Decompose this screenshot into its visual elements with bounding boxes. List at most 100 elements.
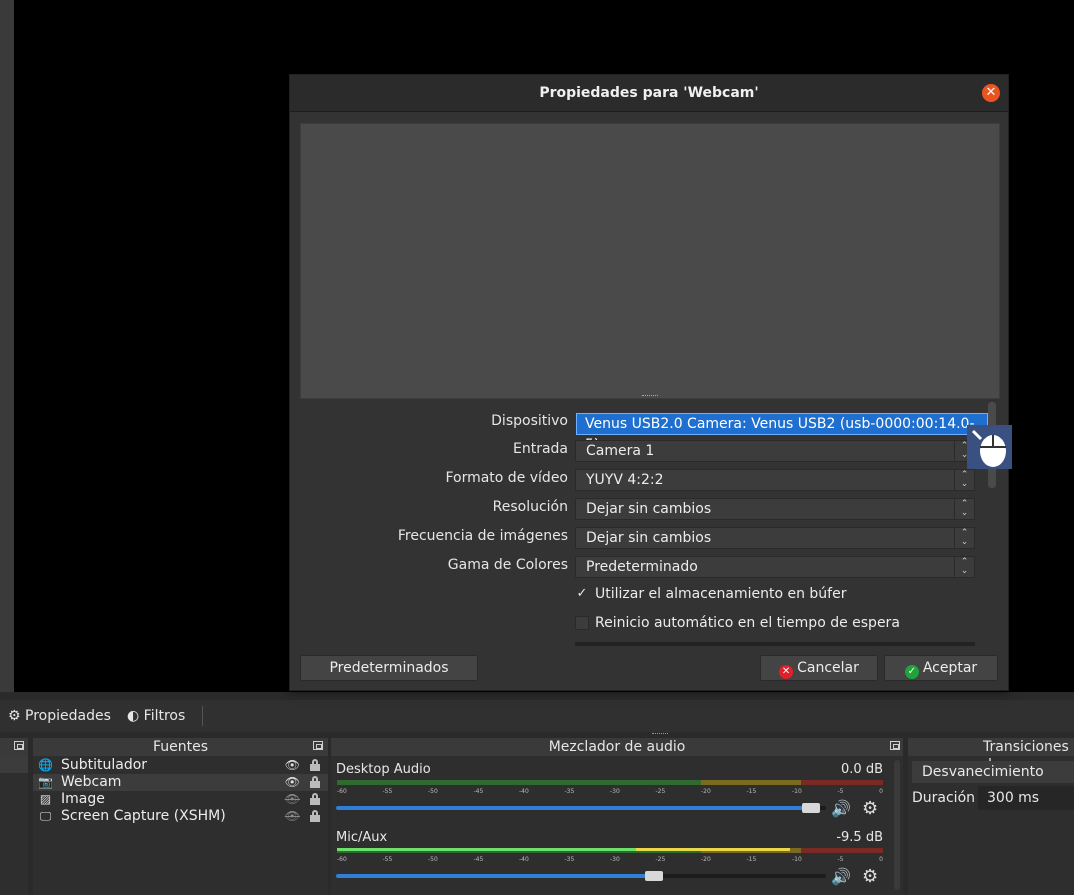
- mixer-title: Mezclador de audio: [548, 739, 686, 755]
- toolbar-divider: [202, 706, 203, 726]
- camera-icon: 📷: [38, 775, 53, 789]
- transition-select[interactable]: Desvanecimiento: [912, 761, 1074, 783]
- framerate-select[interactable]: Dejar sin cambios ⌃ ⌄: [575, 527, 975, 549]
- splitter-handle[interactable]: [642, 395, 658, 399]
- meter-green-segment: [337, 780, 701, 785]
- eye-icon[interactable]: 👁: [285, 774, 300, 791]
- left-strip: [0, 0, 14, 692]
- gear-icon[interactable]: ⚙: [862, 866, 878, 887]
- eye-icon[interactable]: 👁: [285, 757, 300, 774]
- meter-tick-label: -50: [428, 788, 438, 795]
- dock-splitter-handle[interactable]: [652, 733, 668, 736]
- volume-fill: [336, 806, 816, 810]
- float-icon[interactable]: [14, 741, 24, 750]
- source-label: Screen Capture (XSHM): [61, 808, 226, 824]
- accept-label: Aceptar: [922, 660, 978, 676]
- source-label: Webcam: [61, 774, 122, 790]
- close-icon[interactable]: ✕: [982, 84, 1000, 102]
- cancel-label: Cancelar: [797, 660, 859, 676]
- device-select[interactable]: Venus USB2.0 Camera: Venus USB2 (usb-000…: [576, 413, 988, 453]
- scene-row[interactable]: [0, 756, 28, 773]
- video-format-select[interactable]: YUYV 4:2:2 ⌃ ⌄: [575, 469, 975, 491]
- buffering-label: Utilizar el almacenamiento en búfer: [595, 586, 847, 602]
- source-item-image[interactable]: ▨ Image 👁: [33, 791, 328, 808]
- dialog-title: Propiedades para 'Webcam': [290, 75, 1008, 112]
- meter-tick-label: 0: [879, 856, 883, 863]
- volume-handle[interactable]: [645, 871, 663, 881]
- scenes-dock: [0, 738, 28, 895]
- gear-icon[interactable]: ⚙: [862, 798, 878, 819]
- meter-tick-label: -15: [746, 788, 757, 795]
- defaults-button[interactable]: Predeterminados: [300, 655, 478, 681]
- speaker-icon[interactable]: 🔊: [831, 799, 851, 818]
- filters-label: Filtros: [143, 708, 186, 724]
- meter-tick-label: -30: [610, 856, 620, 863]
- source-item-webcam[interactable]: 📷 Webcam 👁: [33, 774, 328, 791]
- lock-icon[interactable]: [310, 810, 320, 822]
- input-value: Camera 1: [586, 443, 655, 459]
- mouse-click-overlay: [967, 425, 1012, 469]
- meter-tick-label: -45: [473, 856, 484, 863]
- meter-tick-label: -20: [701, 788, 711, 795]
- resolution-label: Resolución: [492, 499, 568, 515]
- chevron-updown-icon: ⌃ ⌄: [954, 499, 974, 519]
- gear-icon: ⚙: [8, 708, 21, 724]
- chevron-updown-icon: ⌃ ⌄: [954, 528, 974, 548]
- video-format-value: YUYV 4:2:2: [586, 472, 664, 488]
- image-icon: ▨: [39, 792, 52, 806]
- input-label: Entrada: [512, 441, 568, 457]
- meter-tick-label: -60: [337, 856, 347, 863]
- video-format-label: Formato de vídeo: [445, 470, 568, 486]
- lock-icon[interactable]: [310, 759, 320, 771]
- source-item-screen-capture[interactable]: 🖵 Screen Capture (XSHM) 👁: [33, 808, 328, 825]
- color-range-select[interactable]: Predeterminado ⌃ ⌄: [575, 556, 975, 578]
- cutoff-mask: [300, 646, 998, 652]
- volume-handle[interactable]: [802, 803, 820, 813]
- source-label: Image: [61, 791, 105, 807]
- meter-tick-label: -55: [382, 856, 393, 863]
- mixer-dock-header: Mezclador de audio: [331, 738, 903, 756]
- meter-red-segment: [801, 848, 883, 853]
- properties-button[interactable]: ⚙ Propiedades: [8, 708, 111, 724]
- lock-icon[interactable]: [310, 776, 320, 788]
- meter-tick-label: -5: [837, 788, 844, 795]
- filters-button[interactable]: ◐ Filtros: [127, 708, 185, 724]
- filters-icon: ◐: [127, 708, 140, 724]
- meter-level: [337, 848, 790, 851]
- float-icon[interactable]: [313, 741, 323, 750]
- lock-icon[interactable]: [310, 793, 320, 805]
- input-select[interactable]: Camera 1 ⌃ ⌄: [575, 440, 975, 462]
- meter-tick-label: -35: [564, 788, 575, 795]
- resolution-select[interactable]: Dejar sin cambios ⌃ ⌄: [575, 498, 975, 520]
- source-label: Subtitulador: [61, 757, 148, 773]
- float-icon[interactable]: [890, 741, 900, 750]
- properties-dialog: Propiedades para 'Webcam' ✕ Dispositivo …: [289, 74, 1009, 691]
- eye-hidden-icon[interactable]: 👁: [285, 791, 300, 808]
- sources-title: Fuentes: [152, 739, 209, 755]
- meter-tick-label: -45: [473, 788, 484, 795]
- meter-tick-label: -30: [610, 788, 620, 795]
- accept-button[interactable]: ✓ Aceptar: [884, 655, 998, 681]
- meter-tick-label: -10: [792, 856, 802, 863]
- source-toolbar: ⚙ Propiedades ◐ Filtros: [0, 700, 1074, 732]
- meter-tick-label: -35: [564, 856, 575, 863]
- speaker-icon[interactable]: 🔊: [831, 867, 851, 886]
- audio-mixer-dock: Mezclador de audio Desktop Audio 0.0 dB …: [331, 738, 903, 895]
- meter-red-segment: [801, 780, 883, 785]
- meter-tick-label: -10: [792, 788, 802, 795]
- buffering-checkbox[interactable]: ✓: [575, 587, 589, 601]
- globe-icon: 🌐: [38, 758, 53, 772]
- duration-input[interactable]: 300 ms: [978, 786, 1074, 810]
- meter-tick-label: -60: [337, 788, 347, 795]
- scenes-dock-header: [0, 738, 28, 756]
- meter-tick-label: -40: [519, 788, 529, 795]
- meter-tick-label: -40: [519, 856, 529, 863]
- framerate-value: Dejar sin cambios: [586, 530, 712, 546]
- meter-tick-label: -25: [655, 788, 666, 795]
- mouse-icon: [971, 429, 1006, 467]
- cancel-button[interactable]: ✕ Cancelar: [760, 655, 878, 681]
- mixer-scrollbar[interactable]: [894, 760, 900, 890]
- source-item-subtitulador[interactable]: 🌐 Subtitulador 👁: [33, 757, 328, 774]
- auto-reset-checkbox[interactable]: [575, 616, 589, 630]
- eye-hidden-icon[interactable]: 👁: [285, 808, 300, 825]
